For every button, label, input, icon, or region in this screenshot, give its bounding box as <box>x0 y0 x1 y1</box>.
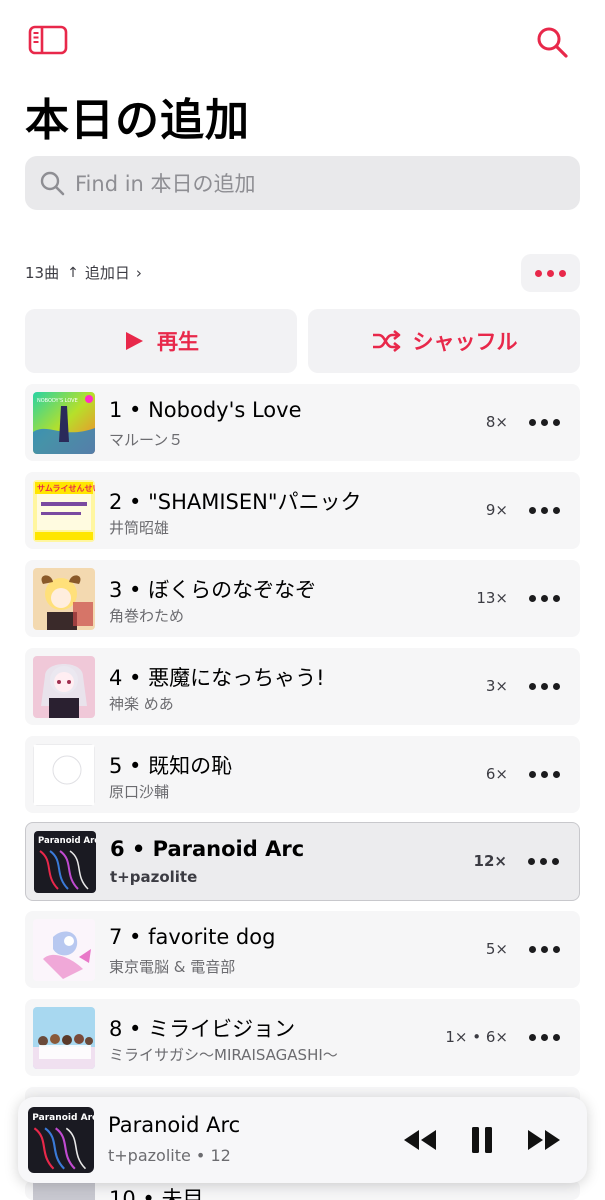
sort-label: 追加日 <box>84 264 130 282</box>
song-count: 13曲 <box>25 264 60 282</box>
track-title: 7 • favorite dog <box>109 925 276 949</box>
track-title: 6 • Paranoid Arc <box>110 837 305 861</box>
more-icon[interactable] <box>524 586 564 610</box>
track-title: 5 • 既知の恥 <box>109 754 233 778</box>
now-playing-title: Paranoid Arc <box>108 1113 241 1137</box>
play-count: 13× <box>476 589 508 607</box>
now-playing-artist: t+pazolite • 12 <box>108 1146 231 1165</box>
track-artist: マルーン５ <box>109 431 184 449</box>
track-artist: 井筒昭雄 <box>109 519 170 537</box>
track-row[interactable]: サムライせんせい 2 • "SHAMISEN"パニック 井筒昭雄 9× <box>25 472 580 549</box>
fast-forward-icon[interactable] <box>523 1119 565 1161</box>
play-count: 5× <box>485 940 508 958</box>
track-artist: 角巻わため <box>109 607 185 625</box>
play-count: 12× <box>473 852 507 870</box>
more-icon[interactable] <box>523 849 563 873</box>
now-playing-art: Paranoid Arc <box>28 1107 94 1173</box>
art-text-1: NOBODY'S LOVE <box>37 398 78 404</box>
track-row[interactable]: 8 • ミライビジョン ミライサガシ〜MIRAISAGASHI〜 1× • 6× <box>25 999 580 1076</box>
album-art <box>33 656 95 718</box>
track-artist: t+pazolite <box>110 868 198 886</box>
track-artist: ミライサガシ〜MIRAISAGASHI〜 <box>109 1046 338 1064</box>
shuffle-label: シャッフル <box>412 330 518 354</box>
play-count: 6× <box>485 765 508 783</box>
album-art: サムライせんせい <box>33 480 95 542</box>
album-art <box>33 919 95 981</box>
more-icon[interactable] <box>524 674 564 698</box>
track-artist: 東京電脳 & 電音部 <box>109 958 236 976</box>
track-row[interactable]: NOBODY'S LOVE 1 • Nobody's Love マルーン５ 8× <box>25 384 580 461</box>
play-count: 1× • 6× <box>445 1028 508 1046</box>
play-count: 8× <box>485 413 508 431</box>
pause-icon[interactable] <box>461 1119 503 1161</box>
shuffle-button[interactable]: シャッフル <box>308 309 580 373</box>
album-art <box>33 1007 95 1069</box>
track-title: 8 • ミライビジョン <box>109 1017 296 1041</box>
mini-art-text: Paranoid Arc <box>32 1113 94 1123</box>
track-row-current[interactable]: Paranoid Arc 6 • Paranoid Arc t+pazolite… <box>25 822 580 901</box>
track-row[interactable]: 5 • 既知の恥 原口沙輔 6× <box>25 736 580 813</box>
track-title: 3 • ぼくらのなぞなぞ <box>109 578 317 602</box>
track-row[interactable]: 3 • ぼくらのなぞなぞ 角巻わため 13× <box>25 560 580 637</box>
shuffle-icon <box>371 329 401 353</box>
more-icon[interactable] <box>524 1025 564 1049</box>
top-bar <box>0 0 605 80</box>
album-art <box>33 1182 95 1200</box>
mini-player[interactable]: Paranoid Arc Paranoid Arc t+pazolite • 1… <box>18 1097 587 1183</box>
rewind-icon[interactable] <box>399 1119 441 1161</box>
album-art <box>33 568 95 630</box>
magnifier-icon <box>37 168 67 198</box>
track-artist: 神楽 めあ <box>109 695 174 713</box>
album-art: Paranoid Arc <box>34 831 96 893</box>
playlist-more-button[interactable] <box>521 254 580 292</box>
play-label: 再生 <box>157 330 199 354</box>
search-placeholder: Find in 本日の追加 <box>75 172 256 196</box>
more-icon <box>535 269 566 277</box>
album-art: NOBODY'S LOVE <box>33 392 95 454</box>
more-icon[interactable] <box>524 410 564 434</box>
play-count: 3× <box>485 677 508 695</box>
track-title: 4 • 悪魔になっちゃう! <box>109 666 325 690</box>
play-button[interactable]: 再生 <box>25 309 297 373</box>
album-art <box>33 744 95 806</box>
search-input[interactable]: Find in 本日の追加 <box>25 156 580 210</box>
track-title: 2 • "SHAMISEN"パニック <box>109 490 362 514</box>
track-row[interactable]: 7 • favorite dog 東京電脳 & 電音部 5× <box>25 911 580 988</box>
art-text-2: サムライせんせい <box>37 484 95 493</box>
sort-direction-icon: ↑ <box>67 264 79 281</box>
more-icon[interactable] <box>524 937 564 961</box>
more-icon[interactable] <box>524 762 564 786</box>
more-icon[interactable] <box>524 498 564 522</box>
chevron-right-icon: › <box>135 263 142 282</box>
track-title-partial: 10 • 未目 <box>109 1187 204 1200</box>
track-artist: 原口沙輔 <box>109 783 170 801</box>
track-title: 1 • Nobody's Love <box>109 398 302 422</box>
art-text-6: Paranoid Arc <box>38 836 96 846</box>
play-count: 9× <box>485 501 508 519</box>
sort-control[interactable]: 13曲 ↑ 追加日 › <box>25 262 142 283</box>
page-title: 本日の追加 <box>25 95 250 146</box>
search-icon[interactable] <box>532 22 572 62</box>
sidebar-icon[interactable] <box>26 22 70 58</box>
track-row[interactable]: 4 • 悪魔になっちゃう! 神楽 めあ 3× <box>25 648 580 725</box>
play-icon <box>123 330 145 352</box>
